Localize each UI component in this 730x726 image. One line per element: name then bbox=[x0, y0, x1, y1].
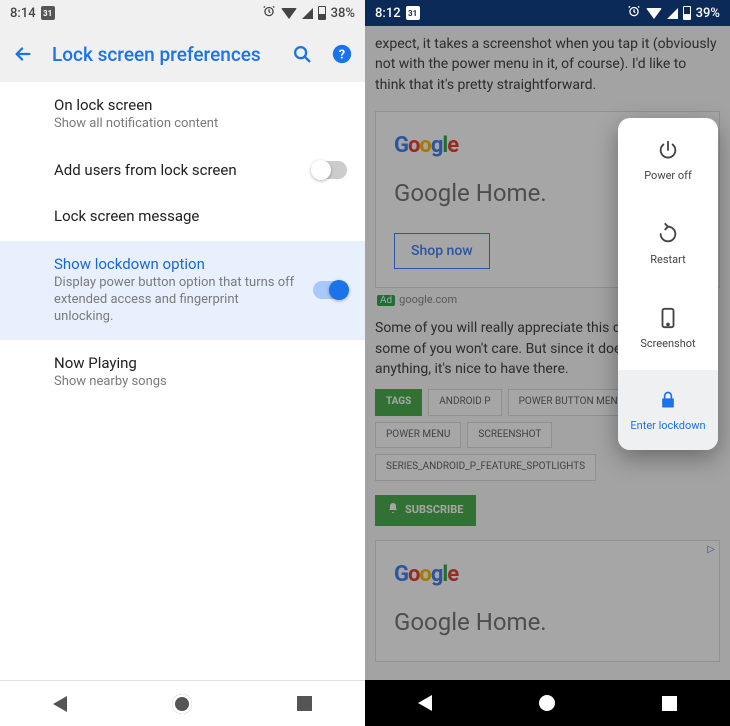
alarm-icon bbox=[627, 4, 641, 22]
nav-home-icon[interactable] bbox=[172, 694, 192, 714]
nav-back-icon[interactable] bbox=[418, 695, 432, 711]
pref-sub: Show all notification content bbox=[54, 116, 347, 133]
lock-icon bbox=[657, 389, 679, 411]
pref-title: Add users from lock screen bbox=[54, 161, 301, 179]
pref-lock-message[interactable]: Lock screen message bbox=[0, 193, 365, 241]
nav-back-icon[interactable] bbox=[53, 696, 67, 712]
restart-button[interactable]: Restart bbox=[618, 202, 718, 286]
ad-domain: google.com bbox=[399, 293, 457, 306]
wifi-icon bbox=[281, 8, 297, 19]
lockdown-label: Enter lockdown bbox=[630, 419, 705, 432]
status-time: 8:14 bbox=[10, 6, 36, 21]
power-off-label: Power off bbox=[644, 169, 692, 182]
nav-bar bbox=[365, 680, 730, 726]
google-logo-icon: Google bbox=[394, 130, 458, 162]
pref-sub: Display power button option that turns o… bbox=[54, 275, 301, 326]
settings-header: Lock screen preferences ? bbox=[0, 26, 365, 82]
pref-title: Now Playing bbox=[54, 354, 347, 372]
pref-title: Show lockdown option bbox=[54, 255, 301, 273]
settings-list: On lock screen Show all notification con… bbox=[0, 82, 365, 680]
battery-pct: 39% bbox=[696, 6, 720, 21]
article-intro: expect, it takes a screenshot when you t… bbox=[375, 34, 720, 95]
google-logo-icon: Google bbox=[394, 559, 458, 591]
nav-recent-icon[interactable] bbox=[297, 696, 312, 711]
tag-item[interactable]: SCREENSHOT bbox=[467, 422, 552, 449]
switch-add-users[interactable] bbox=[313, 161, 347, 179]
subscribe-button[interactable]: SUBSCRIBE bbox=[375, 495, 476, 526]
battery-icon bbox=[318, 6, 326, 20]
signal-icon bbox=[302, 8, 313, 19]
pref-add-users[interactable]: Add users from lock screen bbox=[0, 147, 365, 193]
tag-item[interactable]: ANDROID P bbox=[428, 389, 501, 416]
status-bar: 8:14 31 38% bbox=[0, 0, 365, 26]
subscribe-label: SUBSCRIBE bbox=[405, 502, 464, 518]
pref-now-playing[interactable]: Now Playing Show nearby songs bbox=[0, 340, 365, 405]
switch-lockdown[interactable] bbox=[313, 281, 347, 299]
page-title: Lock screen preferences bbox=[52, 43, 273, 66]
nav-bar bbox=[0, 680, 365, 726]
pref-on-lock-screen[interactable]: On lock screen Show all notification con… bbox=[0, 82, 365, 147]
battery-icon bbox=[683, 6, 691, 20]
phone-right: 8:12 31 39% expect, it takes a screensho… bbox=[365, 0, 730, 726]
nav-home-icon[interactable] bbox=[539, 695, 555, 711]
calendar-icon: 31 bbox=[406, 6, 420, 20]
enter-lockdown-button[interactable]: Enter lockdown bbox=[618, 370, 718, 450]
pref-sub: Show nearby songs bbox=[54, 374, 347, 391]
back-icon[interactable] bbox=[12, 43, 34, 65]
alarm-icon bbox=[262, 4, 276, 22]
ad-label: Ad bbox=[377, 295, 395, 306]
status-bar: 8:12 31 39% bbox=[365, 0, 730, 26]
calendar-icon: 31 bbox=[41, 6, 55, 20]
status-time: 8:12 bbox=[375, 6, 401, 21]
pref-show-lockdown[interactable]: Show lockdown option Display power butto… bbox=[0, 241, 365, 340]
tags-label: TAGS bbox=[375, 389, 422, 416]
dimmed-content: expect, it takes a screenshot when you t… bbox=[365, 26, 730, 680]
screenshot-button[interactable]: Screenshot bbox=[618, 286, 718, 370]
nav-recent-icon[interactable] bbox=[662, 696, 677, 711]
help-icon[interactable]: ? bbox=[331, 43, 353, 65]
phone-left: 8:14 31 38% Lock screen preferences ? On bbox=[0, 0, 365, 726]
pref-title: Lock screen message bbox=[54, 207, 347, 225]
bell-icon bbox=[387, 502, 399, 519]
restart-label: Restart bbox=[650, 253, 685, 266]
battery-pct: 38% bbox=[331, 6, 355, 21]
search-icon[interactable] bbox=[291, 43, 313, 65]
svg-text:?: ? bbox=[339, 48, 345, 63]
pref-title: On lock screen bbox=[54, 96, 347, 114]
shop-now-button[interactable]: Shop now bbox=[394, 233, 490, 269]
ad-card[interactable]: Google Google Home. bbox=[375, 540, 720, 663]
tag-item[interactable]: POWER MENU bbox=[375, 422, 461, 449]
tag-item[interactable]: POWER BUTTON MENU bbox=[508, 389, 636, 416]
restart-icon bbox=[657, 223, 679, 245]
signal-icon bbox=[667, 8, 678, 19]
tag-item[interactable]: SERIES_ANDROID_P_FEATURE_SPOTLIGHTS bbox=[375, 454, 596, 481]
power-off-button[interactable]: Power off bbox=[618, 118, 718, 202]
ad-title: Google Home. bbox=[394, 605, 701, 640]
screenshot-icon bbox=[657, 307, 679, 329]
power-menu: Power off Restart Screenshot Enter lockd… bbox=[618, 118, 718, 450]
power-icon bbox=[657, 139, 679, 161]
wifi-icon bbox=[646, 8, 662, 19]
screenshot-label: Screenshot bbox=[640, 337, 695, 350]
